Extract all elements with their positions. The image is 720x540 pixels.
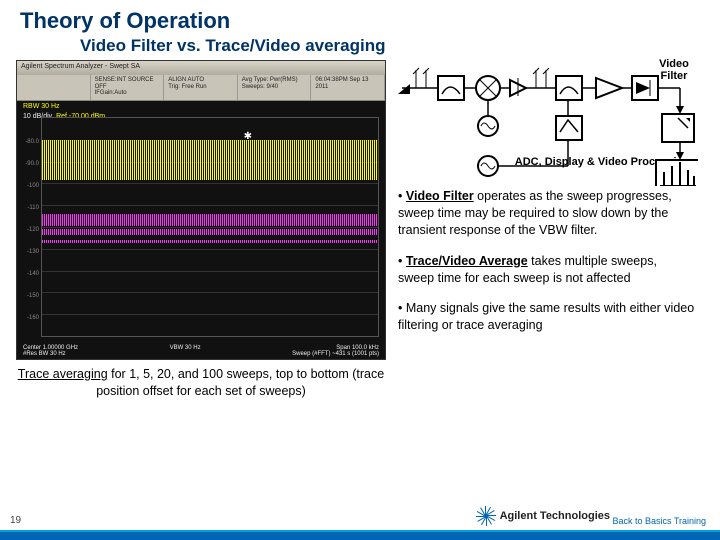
marker-star: ✱ <box>244 131 252 142</box>
sc-infobar: SENSE:INT SOURCE OFFIFGain:Auto ALIGN AU… <box>17 75 385 101</box>
block-diagram <box>398 62 698 152</box>
sc-bottom-values: Center 1.00000 GHz#Res BW 30 Hz VBW 30 H… <box>23 345 379 357</box>
trace-20-sweeps <box>42 229 378 235</box>
trace-1-sweep <box>42 140 378 180</box>
trace-5-sweeps <box>42 214 378 226</box>
screenshot-caption: Trace averaging for 1, 5, 20, and 100 sw… <box>16 366 386 400</box>
footer: 19 Agilent Technologies Back to Basics T… <box>0 514 720 540</box>
left-column: Agilent Spectrum Analyzer - Swept SA SEN… <box>16 60 386 360</box>
bullet-2: • Trace/Video Average takes multiple swe… <box>398 253 696 287</box>
logo-burst-icon <box>476 506 496 526</box>
bullet-3: • Many signals give the same results wit… <box>398 300 696 334</box>
sc-y-axis: -80.0 -90.0 -100 -110 -120 -130 -140 -15… <box>19 117 41 337</box>
sc-top-values: RBW 30 Hz <box>23 103 379 110</box>
footer-link: Back to Basics Training <box>612 516 706 526</box>
slide-title: Theory of Operation <box>0 0 720 34</box>
main-area: Agilent Spectrum Analyzer - Swept SA SEN… <box>0 56 720 360</box>
sc-plot-area: ✱ <box>41 117 379 337</box>
diagram-svg <box>398 62 698 186</box>
sc-titlebar: Agilent Spectrum Analyzer - Swept SA <box>17 61 385 75</box>
bullet-1: • Video Filter operates as the sweep pro… <box>398 188 696 239</box>
page-number: 19 <box>10 515 21 526</box>
agilent-logo: Agilent Technologies <box>476 506 610 526</box>
slide-subtitle: Video Filter vs. Trace/Video averaging <box>0 34 720 56</box>
analyzer-screenshot: Agilent Spectrum Analyzer - Swept SA SEN… <box>16 60 386 360</box>
footer-bar <box>0 530 720 540</box>
trace-100-sweeps <box>42 240 378 243</box>
right-column: ADC, Display & Video Processing • Video … <box>386 60 696 360</box>
